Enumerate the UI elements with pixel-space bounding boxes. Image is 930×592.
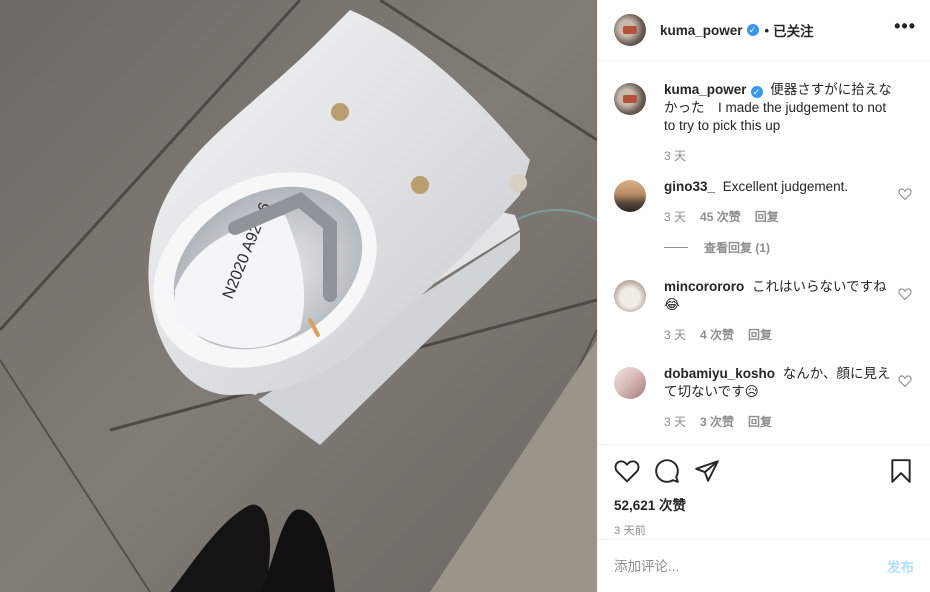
comment-text-block: gino33_ Excellent judgement.	[664, 178, 892, 196]
post-sidebar: kuma_power ✓ • 已关注 ••• kuma_power ✓ 便器さすが…	[597, 0, 930, 592]
comment-meta: 3 天 45 次赞 回复	[664, 208, 892, 225]
caption-time[interactable]: 3 天	[664, 147, 686, 164]
post-actions: 52,621 次赞 3 天前	[598, 444, 930, 539]
like-heart-icon[interactable]	[614, 458, 640, 484]
comment-likes[interactable]: 45 次赞	[700, 208, 741, 225]
commenter-username[interactable]: gino33_	[664, 179, 715, 194]
comment-like-heart-icon[interactable]	[898, 188, 912, 200]
comment-like-heart-icon[interactable]	[898, 375, 912, 387]
add-comment-bar: 发布	[598, 539, 930, 592]
comment-time[interactable]: 3 天	[664, 326, 686, 343]
comment-item: dobamiyu_kosho なんか、顔に見えて切ないです😥 3 天 3 次赞 …	[614, 365, 914, 430]
instagram-post-modal: N2020 A92-16 kuma_power ✓ • 已关注 ••• kuma…	[0, 0, 930, 592]
comment-text: Excellent judgement.	[722, 179, 849, 194]
caption-comment: kuma_power ✓ 便器さすがに拾えなかった I made the judg…	[614, 81, 914, 164]
comment-likes[interactable]: 4 次赞	[700, 326, 734, 343]
comment-item: mincorororo これはいらないですね😂 3 天 4 次赞 回复	[614, 278, 914, 343]
comment-meta: 3 天 3 次赞 回复	[664, 413, 892, 430]
view-replies-label: 查看回复 (1)	[704, 241, 771, 255]
caption-meta: 3 天	[664, 147, 892, 164]
comment-text-block: mincorororo これはいらないですね😂	[664, 278, 892, 314]
commenter-avatar[interactable]	[614, 280, 646, 312]
reply-button[interactable]: 回复	[748, 326, 772, 343]
save-bookmark-icon[interactable]	[888, 458, 914, 484]
comment-body: mincorororo これはいらないですね😂 3 天 4 次赞 回复	[664, 278, 914, 343]
view-replies-line	[664, 247, 688, 248]
post-header: kuma_power ✓ • 已关注 •••	[598, 0, 930, 61]
commenter-username[interactable]: mincorororo	[664, 279, 744, 294]
comment-meta: 3 天 4 次赞 回复	[664, 326, 892, 343]
verified-badge-icon: ✓	[750, 86, 763, 98]
caption-body: kuma_power ✓ 便器さすがに拾えなかった I made the judg…	[664, 81, 914, 164]
comment-likes[interactable]: 3 次赞	[700, 413, 734, 430]
caption-text-block: kuma_power ✓ 便器さすがに拾えなかった I made the judg…	[664, 81, 892, 135]
comment-bubble-icon[interactable]	[654, 458, 680, 484]
following-status-button[interactable]: 已关注	[773, 20, 814, 40]
toilet-on-pavement-image: N2020 A92-16	[0, 0, 597, 592]
reply-button[interactable]: 回复	[755, 208, 779, 225]
commenter-username[interactable]: dobamiyu_kosho	[664, 366, 775, 381]
post-comment-button[interactable]: 发布	[887, 556, 914, 576]
comment-body: gino33_ Excellent judgement. 3 天 45 次赞 回…	[664, 178, 914, 256]
reply-button[interactable]: 回复	[748, 413, 772, 430]
comment-item: gino33_ Excellent judgement. 3 天 45 次赞 回…	[614, 178, 914, 256]
comment-time[interactable]: 3 天	[664, 208, 686, 225]
commenter-avatar[interactable]	[614, 180, 646, 212]
header-separator: •	[764, 22, 770, 38]
verified-badge-icon: ✓	[746, 24, 759, 36]
post-photo[interactable]: N2020 A92-16	[0, 0, 597, 592]
likes-count[interactable]: 52,621 次赞	[614, 494, 914, 514]
more-options-icon[interactable]: •••	[894, 17, 916, 39]
caption-username-label: kuma_power	[664, 82, 747, 97]
commenter-avatar[interactable]	[614, 367, 646, 399]
comments-list: kuma_power ✓ 便器さすがに拾えなかった I made the judg…	[598, 61, 930, 444]
posted-time[interactable]: 3 天前	[614, 522, 914, 538]
comment-text-block: dobamiyu_kosho なんか、顔に見えて切ないです😥	[664, 365, 892, 401]
action-icons-row	[614, 445, 914, 493]
view-replies-button[interactable]: 查看回复 (1)	[664, 239, 892, 256]
comment-like-heart-icon[interactable]	[898, 288, 912, 300]
share-send-icon[interactable]	[694, 458, 720, 484]
comment-body: dobamiyu_kosho なんか、顔に見えて切ないです😥 3 天 3 次赞 …	[664, 365, 914, 430]
add-comment-input[interactable]	[614, 558, 887, 574]
caption-username[interactable]: kuma_power ✓	[664, 82, 763, 98]
comment-time[interactable]: 3 天	[664, 413, 686, 430]
author-username[interactable]: kuma_power	[660, 23, 743, 38]
author-avatar[interactable]	[614, 14, 646, 46]
caption-avatar[interactable]	[614, 83, 646, 115]
